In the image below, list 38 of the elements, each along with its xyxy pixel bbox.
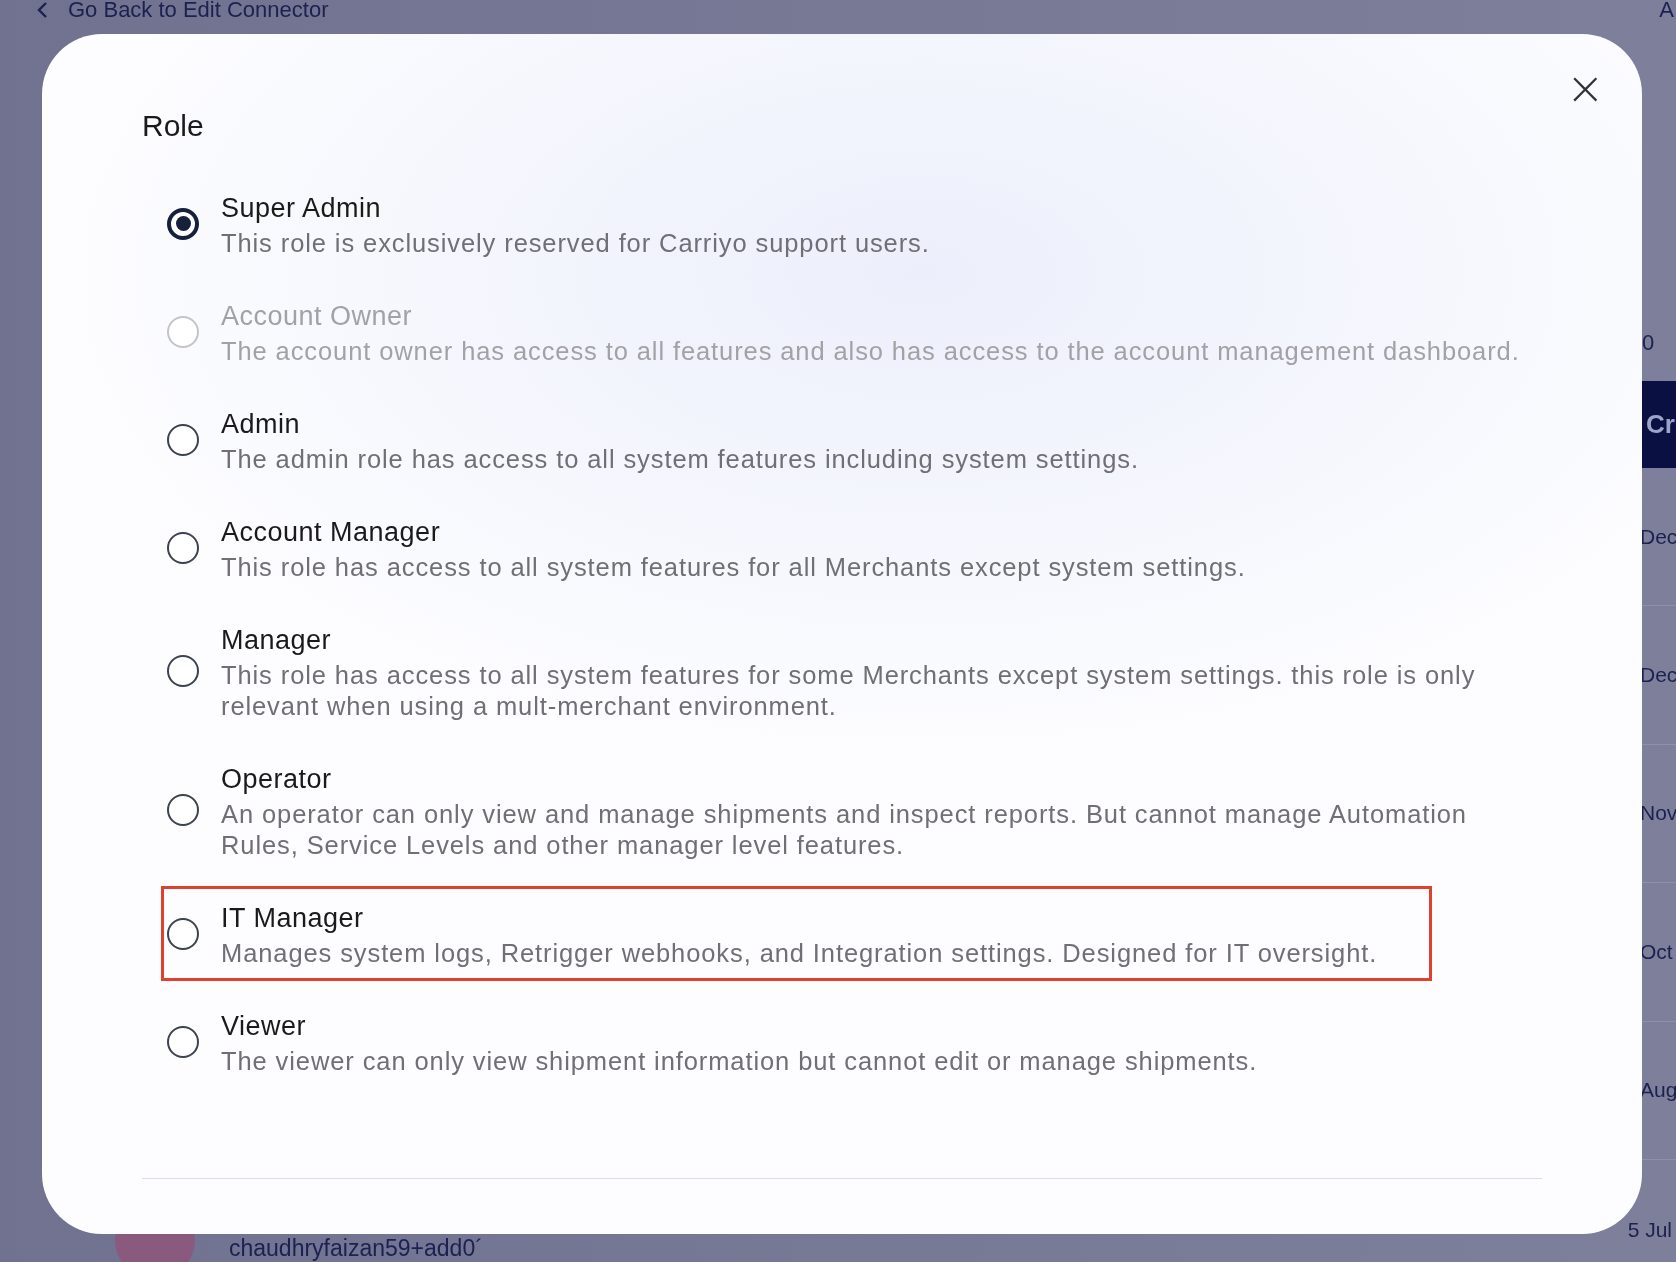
role-description: An operator can only view and manage shipments and inspect reports. But cannot manage Automation Rules, Service Levels and other manager level features. bbox=[221, 799, 1468, 861]
role-option[interactable]: Operator An operator can only view and manage shipments and inspect reports. But cannot manage Automation Rules, Service Levels and other manager level features. bbox=[161, 747, 1542, 873]
role-description: This role is exclusively reserved for Carriyo support users. bbox=[221, 228, 930, 259]
dialog-title: Role bbox=[142, 108, 205, 144]
role-option[interactable]: Viewer The viewer can only view shipment information but cannot edit or manage shipments. bbox=[161, 994, 1261, 1089]
role-option[interactable]: Admin The admin role has access to all system features including system settings. bbox=[161, 392, 1142, 487]
role-description: The viewer can only view shipment information but cannot edit or manage shipments. bbox=[221, 1046, 1258, 1077]
radio-button[interactable] bbox=[167, 207, 199, 240]
role-option[interactable]: Manager This role has access to all system features for some Merchants except system settings. this role is only relevant when using a mult-merchant environment. bbox=[161, 608, 1542, 734]
role-description: Manages system logs, Retrigger webhooks, and Integration settings. Designed for IT oversight. bbox=[221, 938, 1378, 969]
radio-button[interactable] bbox=[167, 1025, 199, 1058]
date-text: 5 Jul bbox=[1627, 1218, 1673, 1242]
radio-button[interactable] bbox=[167, 917, 199, 950]
radio-button[interactable] bbox=[167, 531, 199, 564]
header-text: A bbox=[1659, 0, 1674, 22]
role-name: Account Owner bbox=[221, 300, 414, 333]
role-option[interactable]: Account Manager This role has access to all system features for all Merchants except system settings. bbox=[161, 500, 1249, 595]
role-name: Viewer bbox=[221, 1010, 308, 1043]
role-description: This role has access to all system features for some Merchants except system settings. this role is only relevant when using a mult-merchant environment. bbox=[221, 660, 1477, 722]
role-name: Manager bbox=[221, 624, 333, 657]
role-option[interactable]: Super Admin This role is exclusively reserved for Carriyo support users. bbox=[161, 176, 933, 271]
role-name: IT Manager bbox=[221, 902, 365, 935]
chevron-left-icon bbox=[36, 1, 50, 19]
radio-button[interactable] bbox=[167, 655, 199, 687]
radio-button[interactable] bbox=[167, 794, 199, 826]
create-button[interactable]: Cr bbox=[1640, 381, 1676, 468]
role-description: The admin role has access to all system features including system settings. bbox=[221, 444, 1139, 475]
radio-button[interactable] bbox=[167, 423, 199, 456]
role-name: Admin bbox=[221, 408, 302, 441]
role-name: Account Manager bbox=[221, 516, 442, 549]
highlighted-role-option[interactable]: IT Manager Manages system logs, Retrigger webhooks, and Integration settings. Designed for IT oversight. bbox=[161, 886, 1433, 981]
close-button[interactable]: × bbox=[1566, 66, 1602, 110]
role-description: This role has access to all system features for all Merchants except system settings. bbox=[221, 552, 1246, 583]
role-name: Super Admin bbox=[221, 192, 383, 225]
role-name: Operator bbox=[221, 763, 333, 796]
role-description: The account owner has access to all features and also has access to the account management dashboard. bbox=[221, 336, 1520, 367]
email-text: chaudhryfaizan59+add0´ bbox=[229, 1236, 483, 1261]
count-text: 0 bbox=[1641, 330, 1656, 357]
